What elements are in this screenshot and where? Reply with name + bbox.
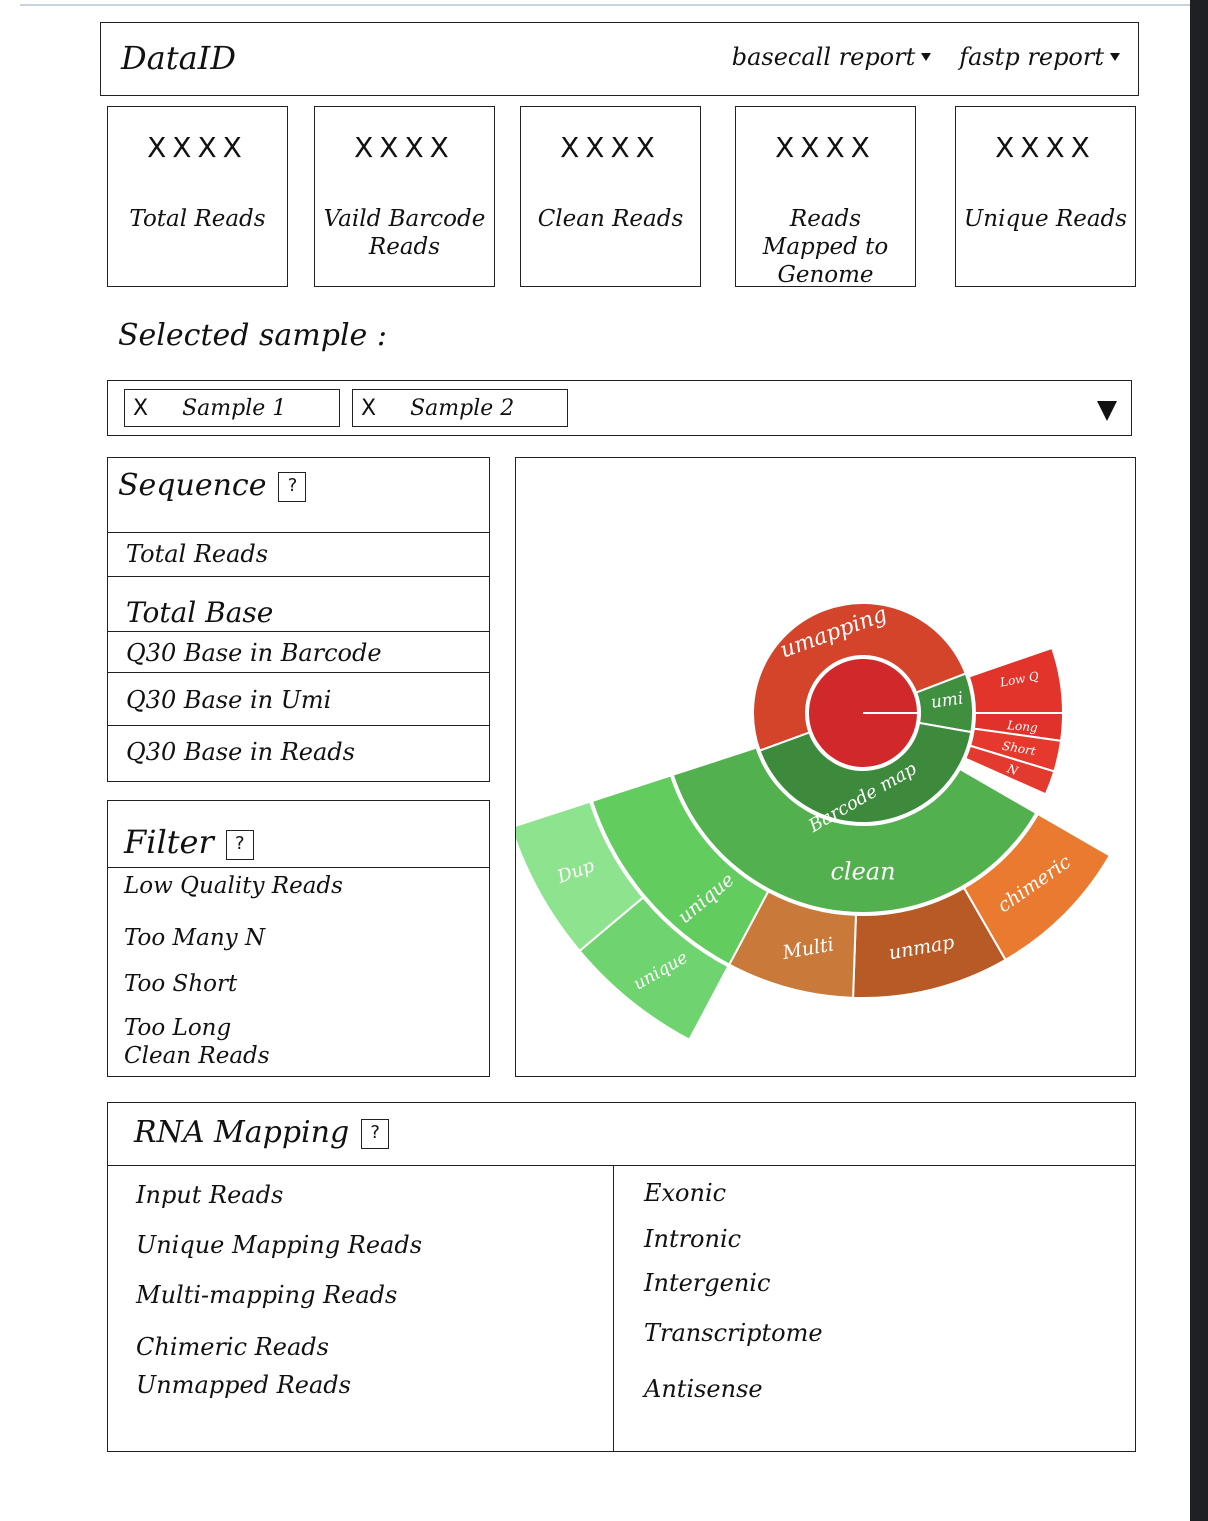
filter-item: Too Short [124,971,238,997]
top-divider [20,4,1190,6]
sequence-row: Total Base [126,596,274,629]
divider [108,576,489,577]
stat-card-valid-barcode-reads: XXXX Vaild Barcode Reads [314,106,495,287]
rna-mapping-title: RNA Mapping? [134,1115,390,1150]
dropdown-arrow-icon[interactable] [1097,401,1117,421]
rna-mapping-title-text: RNA Mapping [134,1115,350,1150]
filter-title-text: Filter [124,823,214,861]
selected-sample-label: Selected sample : [118,318,387,353]
stat-value: XXXX [354,131,455,164]
app-logo[interactable]: DataID [121,39,236,77]
stat-card-reads-mapped-to-genome: XXXX Reads Mapped to Genome [735,106,916,288]
stat-card-unique-reads: XXXX Unique Reads [955,106,1136,287]
mapping-item: Input Reads [136,1181,284,1209]
filter-title: Filter? [124,823,254,861]
mapping-item: Chimeric Reads [136,1333,329,1361]
help-icon[interactable]: ? [361,1119,390,1149]
mapping-item: Unmapped Reads [136,1371,351,1399]
mapping-region: Intergenic [644,1269,771,1297]
mapping-item: Multi-mapping Reads [136,1281,398,1309]
sequence-title: Sequence? [118,468,307,503]
stat-label: Unique Reads [963,206,1128,232]
stat-value: XXXX [775,131,876,164]
stat-value: XXXX [995,131,1096,164]
sample-chip-label: Sample 2 [410,395,515,421]
sequence-title-text: Sequence [118,468,267,503]
rna-mapping-panel: RNA Mapping? Input Reads Unique Mapping … [107,1102,1136,1452]
remove-chip-icon[interactable]: X [133,396,148,421]
stat-value: XXXX [560,131,661,164]
divider [108,532,489,533]
column-divider [613,1165,614,1451]
stat-label: Vaild Barcode Reads [323,206,486,260]
remove-chip-icon[interactable]: X [361,396,376,421]
mapping-region: Intronic [644,1225,742,1253]
help-icon[interactable]: ? [278,472,307,502]
mapping-region: Exonic [644,1179,727,1207]
mapping-region: Antisense [644,1375,763,1403]
mapping-region: Transcriptome [644,1319,823,1347]
stat-card-clean-reads: XXXX Clean Reads [520,106,701,287]
stat-card-total-reads: XXXX Total Reads [107,106,288,287]
fastp-report-menu[interactable]: fastp report [959,43,1120,71]
filter-item: Too Many N [124,925,266,951]
sunburst-center[interactable] [807,656,920,769]
divider [108,631,489,632]
divider [108,672,489,673]
filter-item: Too Long [124,1015,232,1041]
stat-label: Total Reads [129,206,266,232]
filter-panel: Filter? Low Quality Reads Too Many N Too… [107,800,490,1077]
filter-item: Low Quality Reads [124,873,343,899]
sample-chip-label: Sample 1 [182,395,287,421]
sequence-row: Q30 Base in Umi [126,686,332,714]
stat-label: Reads Mapped to Genome [762,206,889,288]
stat-value: XXXX [147,131,248,164]
sunburst-panel: umapping umi Barcode map clean unique Multi un… [509,457,1136,1077]
basecall-report-label: basecall report [731,43,916,71]
sample-chip[interactable]: X Sample 2 [352,389,568,427]
divider [108,1165,1135,1166]
chevron-down-icon [1110,53,1120,61]
filter-item: Clean Reads [124,1043,270,1069]
sunburst-chart[interactable]: umappingumiBarcode mapcleanuniqueMulti un… [509,458,1134,1075]
sunburst-label-long: Long [1006,718,1039,735]
help-icon[interactable]: ? [225,829,254,860]
header-bar: DataID basecall report fastp report [100,22,1139,96]
sequence-panel: Sequence? Total Reads Total Base Q30 Bas… [107,457,490,782]
sequence-row: Total Reads [126,540,269,568]
basecall-report-menu[interactable]: basecall report [732,43,932,71]
divider [108,867,489,868]
sequence-row: Q30 Base in Reads [126,738,355,766]
report-menus: basecall report fastp report [732,43,1120,71]
sample-chip[interactable]: X Sample 1 [124,389,340,427]
fastp-report-label: fastp report [959,43,1104,71]
divider [108,725,489,726]
mapping-item: Unique Mapping Reads [136,1231,423,1259]
sample-select[interactable]: X Sample 1 X Sample 2 [107,380,1132,436]
stat-label: Clean Reads [537,206,684,232]
sunburst-label-clean: clean [830,858,895,886]
sequence-row: Q30 Base in Barcode [126,639,382,667]
chevron-down-icon [921,53,932,61]
